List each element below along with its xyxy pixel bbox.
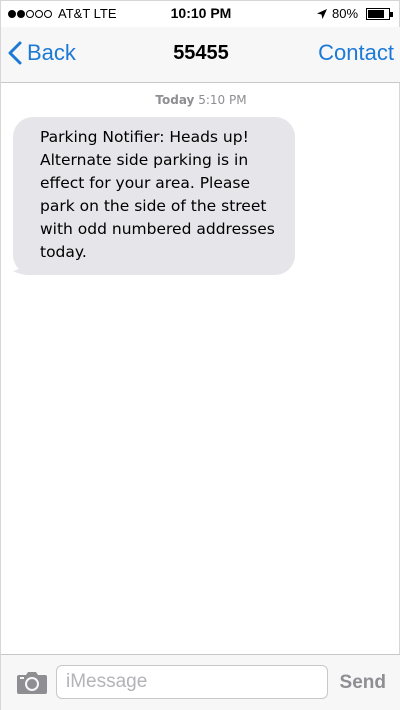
battery-fill <box>368 10 384 18</box>
imessage-input[interactable] <box>56 665 328 699</box>
battery-percent: 80% <box>332 6 359 21</box>
message-timestamp: Today 5:10 PM <box>1 93 400 107</box>
timestamp-day: Today <box>155 93 195 107</box>
timestamp-time: 5:10 PM <box>198 93 247 107</box>
send-button[interactable]: Send <box>340 672 386 694</box>
status-bar: AT&T LTE 10:10 PM 80% <box>1 1 400 27</box>
message-composer: Send <box>1 654 400 710</box>
message-row: Parking Notifier: Heads up! Alternate si… <box>13 117 295 275</box>
battery-nub <box>390 12 393 17</box>
incoming-message-bubble[interactable]: Parking Notifier: Heads up! Alternate si… <box>13 117 295 275</box>
location-arrow-icon <box>317 9 327 19</box>
messages-screen: AT&T LTE 10:10 PM 80% Back 55455 Contact… <box>0 0 400 710</box>
camera-icon[interactable] <box>16 669 48 695</box>
battery-icon <box>366 8 393 20</box>
navigation-bar: Back 55455 Contact <box>1 27 400 83</box>
contact-button[interactable]: Contact <box>318 40 394 66</box>
